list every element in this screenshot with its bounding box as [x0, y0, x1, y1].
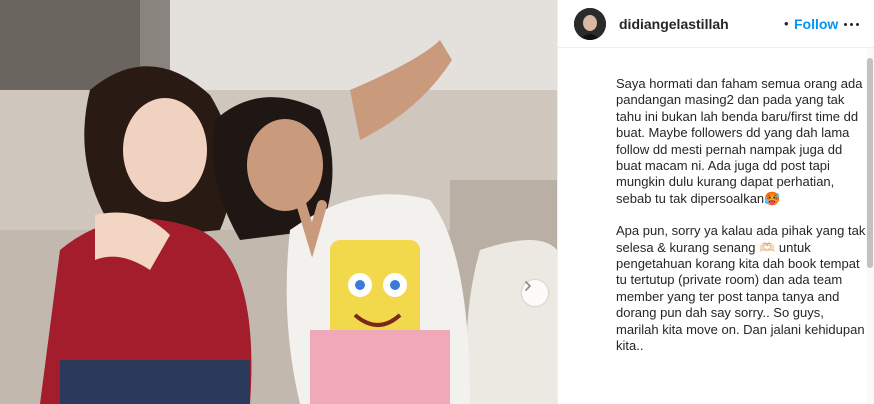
- username-link[interactable]: didiangelastillah: [619, 16, 729, 32]
- post-photo[interactable]: [0, 0, 557, 404]
- caption-scrollbar[interactable]: [866, 48, 874, 404]
- scrollbar-thumb[interactable]: [867, 58, 873, 268]
- photo-illustration: [0, 0, 557, 404]
- post-container: didiangelastillah • Follow Saya hormati …: [0, 0, 874, 404]
- caption-paragraph: Saya hormati dan faham semua orang ada p…: [616, 76, 863, 206]
- header-separator: •: [784, 16, 789, 31]
- post-header: didiangelastillah • Follow: [558, 0, 874, 48]
- chevron-right-icon: [525, 281, 531, 291]
- caption-paragraph: Apa pun, sorry ya kalau ada pihak yang t…: [616, 223, 866, 354]
- avatar-image: [574, 8, 606, 40]
- post-sidebar: didiangelastillah • Follow Saya hormati …: [557, 0, 874, 404]
- follow-button[interactable]: Follow: [794, 16, 838, 32]
- more-options-icon[interactable]: [841, 14, 861, 34]
- post-caption: Saya hormati dan faham semua orang ada p…: [616, 76, 866, 371]
- profile-avatar[interactable]: [574, 8, 606, 40]
- carousel-next-button[interactable]: [522, 280, 548, 306]
